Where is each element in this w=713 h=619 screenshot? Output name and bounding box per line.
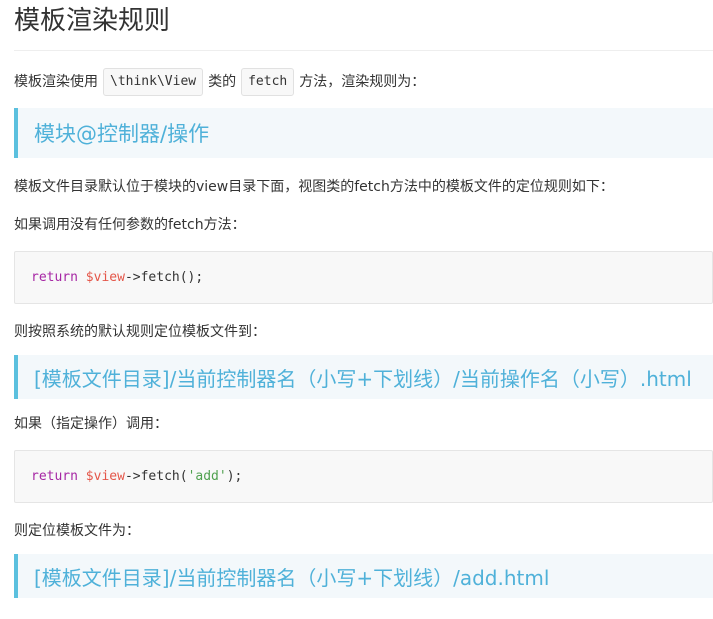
code-call-close: ); <box>226 469 243 484</box>
code-keyword: return <box>31 270 78 285</box>
code-variable: $view <box>85 469 125 484</box>
code-string: 'add' <box>187 469 227 484</box>
document-body: 模板渲染规则 模板渲染使用 \think\View 类的 fetch 方法，渲染… <box>14 0 713 598</box>
inline-code-view-class: \think\View <box>103 68 204 96</box>
paragraph-specified-action: 如果（指定操作）调用： <box>14 416 168 432</box>
section-heading: 模块@控制器/操作 <box>34 122 210 146</box>
intro-text-middle: 类的 <box>208 74 237 90</box>
rule-2-text: [模板文件目录]/当前控制器名（小写+下划线）/add.html <box>34 565 550 590</box>
code-call: ->fetch(); <box>124 270 204 285</box>
page-title: 模板渲染规则 <box>14 0 713 51</box>
paragraph-located-file: 则定位模板文件为： <box>14 523 140 539</box>
code-keyword: return <box>31 469 78 484</box>
intro-text-before: 模板渲染使用 <box>14 74 98 90</box>
inline-code-fetch: fetch <box>241 68 295 96</box>
paragraph-no-args: 如果调用没有任何参数的fetch方法： <box>14 217 246 233</box>
code-call-open: ->fetch( <box>124 469 188 484</box>
rule-blockquote-1: [模板文件目录]/当前控制器名（小写+下划线）/当前操作名（小写）.html <box>14 355 713 399</box>
intro-paragraph: 模板渲染使用 \think\View 类的 fetch 方法，渲染规则为： <box>14 68 713 96</box>
code-block-fetch-add: return $view ->fetch('add'); <box>14 450 713 503</box>
paragraph-default-location: 模板文件目录默认位于模块的view目录下面，视图类的fetch方法中的模板文件的… <box>14 179 614 195</box>
code-variable: $view <box>85 270 125 285</box>
rule-blockquote-2: [模板文件目录]/当前控制器名（小写+下划线）/add.html <box>14 554 713 598</box>
paragraph-default-rule: 则按照系统的默认规则定位模板文件到： <box>14 324 266 340</box>
intro-text-after: 方法，渲染规则为： <box>299 74 426 90</box>
section-heading-blockquote: 模块@控制器/操作 <box>14 108 713 158</box>
code-block-fetch-default: return $view ->fetch(); <box>14 251 713 304</box>
rule-1-text: [模板文件目录]/当前控制器名（小写+下划线）/当前操作名（小写）.html <box>34 366 692 391</box>
